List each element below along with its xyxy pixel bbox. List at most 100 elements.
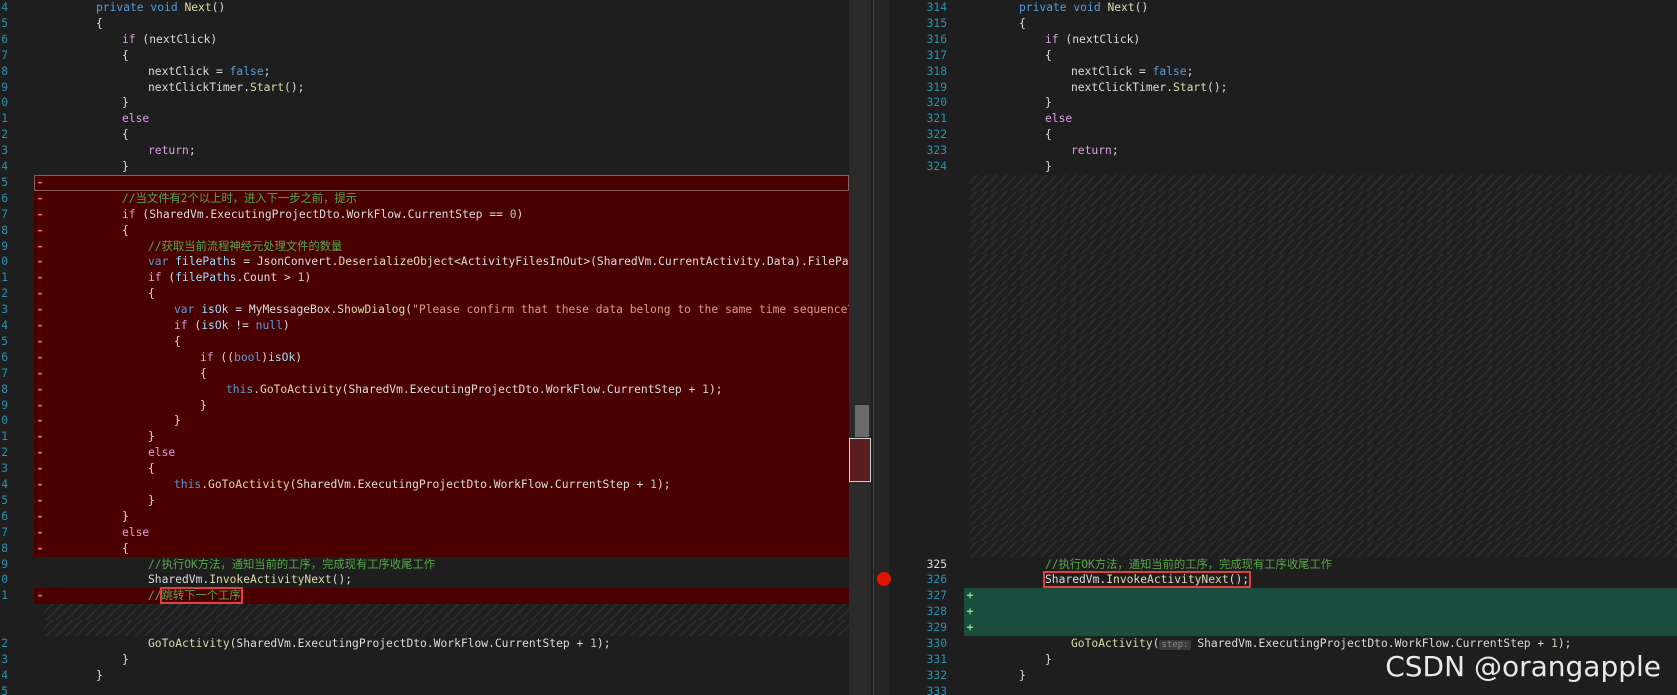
diff-placeholder-row[interactable] bbox=[889, 318, 1677, 334]
code-line[interactable]: 323 return; bbox=[889, 143, 1677, 159]
code-text[interactable]: if ((bool)isOk) bbox=[200, 350, 302, 366]
code-line[interactable]: 8 - { bbox=[1, 540, 849, 557]
code-text[interactable]: nextClickTimer.Start(); bbox=[148, 80, 304, 96]
code-text[interactable]: if (SharedVm.ExecutingProjectDto.WorkFlo… bbox=[122, 207, 523, 223]
code-text[interactable]: if (nextClick) bbox=[122, 32, 217, 48]
code-line[interactable]: 8 - { bbox=[1, 222, 849, 239]
code-text[interactable]: else bbox=[148, 445, 175, 461]
right-diff-pane[interactable]: 314 private void Next() 315 {316 if (nextCli… bbox=[889, 0, 1677, 695]
code-line[interactable]: 315 { bbox=[889, 16, 1677, 32]
code-text[interactable]: { bbox=[96, 16, 103, 32]
diff-placeholder-row[interactable] bbox=[889, 174, 1677, 191]
code-line[interactable]: 4 - this.GoToActivity(SharedVm.ExecutingPr… bbox=[1, 477, 849, 493]
code-line[interactable]: 4} bbox=[0, 159, 849, 175]
diff-placeholder-row[interactable] bbox=[889, 461, 1677, 478]
code-line[interactable]: 6 if (nextClick) bbox=[0, 32, 849, 48]
diff-placeholder-row[interactable] bbox=[889, 222, 1677, 239]
code-text[interactable]: } bbox=[174, 413, 181, 429]
code-line[interactable]: 317 { bbox=[889, 48, 1677, 64]
code-line[interactable]: 5- bbox=[1, 174, 849, 191]
diff-placeholder-row[interactable] bbox=[889, 302, 1677, 319]
code-text[interactable]: } bbox=[122, 652, 129, 668]
code-text[interactable]: nextClick = false; bbox=[148, 64, 270, 80]
code-line[interactable]: 327+//如果可以跳转，跳转到下一个工序 bbox=[927, 588, 1677, 605]
diff-placeholder-row[interactable] bbox=[889, 190, 1677, 207]
code-text[interactable]: { bbox=[148, 461, 155, 477]
code-text[interactable]: this.GoToActivity(SharedVm.ExecutingProj… bbox=[226, 382, 723, 398]
code-line[interactable]: 5 - { bbox=[1, 333, 849, 350]
code-line[interactable]: 9 nextClickTimer.Start(); bbox=[0, 80, 849, 96]
code-text[interactable]: else bbox=[1045, 111, 1072, 127]
code-line[interactable]: 328+if (SharedVm.IsCanNext) bbox=[927, 604, 1677, 621]
code-line[interactable]: 326 SharedVm.InvokeActivityNext(); bbox=[889, 571, 1677, 589]
code-text[interactable]: { bbox=[122, 223, 129, 239]
code-text[interactable]: return; bbox=[1071, 143, 1119, 159]
code-line[interactable]: 318 nextClick = false; bbox=[889, 64, 1677, 80]
diff-placeholder-row[interactable] bbox=[889, 333, 1677, 350]
code-line[interactable]: 5 -} bbox=[1, 492, 849, 509]
code-line[interactable]: 4} bbox=[0, 668, 849, 684]
code-line[interactable]: 329+{ bbox=[927, 620, 1677, 637]
code-line[interactable]: 6 - //当文件有2个以上时，进入下一步之前，提示 bbox=[1, 190, 849, 207]
code-line[interactable]: 3 - { bbox=[1, 461, 849, 478]
code-line[interactable]: 9 //执行OK方法，通知当前的工序，完成现有工序收尾工作 bbox=[0, 557, 849, 573]
code-text[interactable]: if (filePaths.Count > 1) bbox=[148, 270, 311, 286]
code-line[interactable]: 2 - { bbox=[1, 286, 849, 303]
code-text[interactable]: else bbox=[122, 111, 149, 127]
code-line[interactable]: 2 - else bbox=[1, 445, 849, 462]
code-text[interactable]: { bbox=[1045, 48, 1052, 64]
code-text[interactable]: if (isOk != null) bbox=[174, 318, 290, 334]
code-text[interactable]: return; bbox=[148, 143, 196, 159]
code-text[interactable]: } bbox=[122, 159, 129, 175]
code-line[interactable]: 4 - if (isOk != null) bbox=[1, 318, 849, 334]
code-line[interactable]: 3 - var isOk = MyMessageBox.ShowDialog("Pl… bbox=[1, 302, 849, 319]
code-text[interactable]: { bbox=[122, 541, 129, 557]
code-text[interactable]: GoToActivity(SharedVm.ExecutingProjectDt… bbox=[148, 636, 611, 652]
code-line[interactable]: 1 - if (filePaths.Count > 1) bbox=[1, 270, 849, 287]
code-text[interactable]: } bbox=[148, 493, 155, 509]
diff-placeholder-row[interactable] bbox=[889, 445, 1677, 462]
code-text[interactable]: var filePaths = JsonConvert.DeserializeO… bbox=[148, 254, 849, 270]
left-scrollbar-minimap[interactable] bbox=[849, 0, 871, 695]
code-line[interactable]: 2 GoToActivity(SharedVm.ExecutingProjectD… bbox=[0, 636, 849, 652]
code-line[interactable]: 0 - var filePaths = JsonConvert.Deserializ… bbox=[1, 254, 849, 271]
scrollbar-thumb[interactable] bbox=[855, 405, 869, 437]
code-text[interactable]: { bbox=[174, 334, 181, 350]
diff-placeholder-row[interactable] bbox=[889, 540, 1677, 557]
diff-placeholder-row[interactable] bbox=[889, 429, 1677, 446]
code-text[interactable]: } bbox=[200, 398, 207, 414]
diff-placeholder-row[interactable] bbox=[889, 477, 1677, 493]
code-line[interactable]: 7{ bbox=[0, 48, 849, 64]
code-text[interactable]: } bbox=[122, 509, 129, 525]
code-line[interactable]: 9 -} bbox=[1, 397, 849, 414]
code-text[interactable]: } bbox=[122, 95, 129, 111]
code-text[interactable]: nextClickTimer.Start(); bbox=[1071, 80, 1227, 96]
left-diff-pane[interactable]: 4 private void Next() 5{6 if (nextClick) 7{8… bbox=[0, 0, 849, 695]
code-text[interactable]: //跳转下一个工序 bbox=[148, 587, 243, 605]
diff-placeholder-row[interactable] bbox=[889, 365, 1677, 382]
diff-placeholder-row[interactable] bbox=[889, 397, 1677, 414]
code-line[interactable]: 3 return; bbox=[0, 143, 849, 159]
diff-placeholder-row[interactable] bbox=[889, 492, 1677, 509]
code-text[interactable]: else bbox=[122, 525, 149, 541]
code-text[interactable]: { bbox=[200, 366, 207, 382]
code-line[interactable]: 1 - //跳转下一个工序 bbox=[1, 587, 849, 605]
code-text[interactable]: //执行OK方法，通知当前的工序，完成现有工序收尾工作 bbox=[1045, 557, 1332, 573]
code-line[interactable]: 7 - { bbox=[1, 365, 849, 382]
diff-placeholder-row[interactable] bbox=[0, 620, 849, 637]
code-text[interactable]: { bbox=[1019, 16, 1026, 32]
code-text[interactable]: private void Next() bbox=[96, 0, 225, 16]
code-line[interactable]: 319 nextClickTimer.Start(); bbox=[889, 80, 1677, 96]
code-line[interactable]: 316 if (nextClick) bbox=[889, 32, 1677, 48]
diff-placeholder-row[interactable] bbox=[889, 254, 1677, 271]
code-text[interactable]: } bbox=[148, 429, 155, 445]
code-line[interactable]: 320} bbox=[889, 95, 1677, 111]
code-line[interactable]: 1 -} bbox=[1, 429, 849, 446]
code-text[interactable]: //当文件有2个以上时，进入下一步之前，提示 bbox=[122, 191, 357, 207]
code-line[interactable]: 333 bbox=[889, 684, 1677, 695]
code-text[interactable]: SharedVm.InvokeActivityNext(); bbox=[148, 572, 352, 588]
code-text[interactable]: if (nextClick) bbox=[1045, 32, 1140, 48]
code-text[interactable]: } bbox=[1045, 159, 1052, 175]
code-text[interactable]: var isOk = MyMessageBox.ShowDialog("Plea… bbox=[174, 302, 849, 318]
diff-placeholder-row[interactable] bbox=[889, 238, 1677, 255]
